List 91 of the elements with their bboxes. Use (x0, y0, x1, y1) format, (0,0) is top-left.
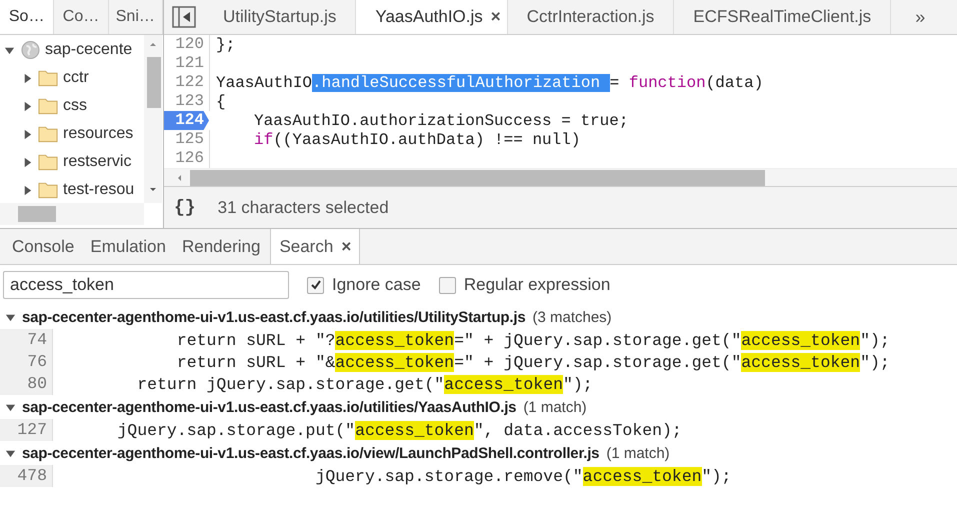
scroll-thumb[interactable] (18, 206, 56, 222)
code-text[interactable]: "); (563, 374, 593, 394)
tree-item[interactable]: sap-cecente (0, 36, 144, 64)
file-tab[interactable]: YaasAuthIO.js × (356, 0, 508, 34)
drawer-tab[interactable]: Search × (270, 229, 360, 264)
navigator-tab[interactable]: Sni… (108, 0, 163, 34)
expand-arrow-icon[interactable] (22, 72, 33, 84)
sidebar-toggle-icon[interactable] (172, 6, 196, 28)
folder-icon (38, 124, 59, 144)
code-text: (data) (706, 74, 764, 92)
line-number: 120 (164, 35, 210, 54)
tree-item[interactable]: restservic (0, 148, 144, 176)
match-highlight[interactable]: access_token (582, 466, 702, 486)
drawer-tab[interactable]: Rendering (174, 229, 268, 264)
code-text[interactable]: "); (860, 330, 890, 350)
folder-icon (38, 68, 59, 88)
expand-arrow-icon[interactable] (22, 184, 33, 196)
match-highlight[interactable]: access_token (355, 420, 474, 440)
checkbox[interactable] (307, 276, 324, 294)
match-highlight[interactable]: access_token (741, 330, 860, 350)
code-text[interactable]: return jQuery.sap.storage.get(" (58, 374, 444, 394)
scroll-down-icon[interactable] (148, 187, 158, 193)
code-text[interactable]: "); (702, 466, 732, 486)
code-text: }; (216, 36, 236, 54)
code-keyword: function (628, 74, 706, 92)
code-text: YaasAuthIO.authorizationSuccess = true; (254, 112, 628, 130)
expand-arrow-icon[interactable] (22, 156, 33, 168)
vertical-scrollbar[interactable] (144, 35, 162, 203)
code-text[interactable]: =" + jQuery.sap.storage.get(" (454, 352, 742, 372)
navigator-tab[interactable]: Co… (54, 0, 109, 34)
code-text[interactable]: =" + jQuery.sap.storage.get(" (454, 330, 742, 350)
selected-text: .handleSuccessfulAuthorization (312, 74, 610, 92)
match-highlight[interactable]: access_token (741, 352, 860, 372)
result-file-path[interactable]: sap-cecenter-agenthome-ui-v1.us-east.cf.yaas.io/view/LaunchPadShell.controller.js (22, 444, 600, 462)
code-text: ((YaasAuthIO.authData) !== null) (273, 130, 580, 148)
navigator-tab[interactable]: So… (0, 0, 54, 34)
code-text: { (216, 92, 226, 110)
file-tab[interactable]: CctrInteraction.js (508, 0, 674, 34)
match-count: (1 match) (606, 444, 670, 462)
code-text[interactable]: return sURL + "? (58, 330, 336, 350)
line-number: 76 (0, 351, 53, 373)
globe-icon (20, 40, 41, 60)
file-tab[interactable]: ECFSRealTimeClient.js (674, 0, 892, 34)
code-text[interactable]: "); (860, 352, 890, 372)
tree-item[interactable]: cctr (0, 64, 144, 92)
scroll-left-icon[interactable] (176, 172, 182, 182)
tree-item[interactable]: test-resou (0, 176, 144, 203)
expand-arrow-icon[interactable] (22, 128, 33, 140)
horizontal-scrollbar[interactable] (0, 203, 144, 225)
code-text: = (610, 74, 620, 92)
code-text: YaasAuthIO (216, 74, 312, 92)
line-number: 80 (0, 373, 53, 395)
drawer-tab[interactable]: Emulation (82, 229, 174, 264)
code-text[interactable]: return sURL + "& (58, 352, 336, 372)
search-field[interactable]: access_token (3, 271, 289, 299)
expand-arrow-icon[interactable] (22, 100, 33, 112)
code-text[interactable]: jQuery.sap.storage.remove(" (58, 466, 583, 486)
match-count: (1 match) (523, 398, 587, 416)
code-keyword: if (254, 130, 274, 148)
checkbox[interactable] (438, 276, 456, 294)
line-number: 74 (0, 329, 53, 351)
line-number: 127 (0, 419, 53, 441)
scroll-up-icon[interactable] (148, 41, 158, 47)
option-label: Regular expression (464, 275, 610, 295)
line-number: 124 (164, 111, 209, 130)
code-text[interactable]: ", data.accessToken); (474, 420, 682, 440)
folder-icon (38, 96, 59, 116)
match-highlight[interactable]: access_token (335, 330, 454, 350)
line-number: 478 (0, 465, 53, 487)
horizontal-scrollbar[interactable] (164, 168, 957, 186)
pretty-print-button[interactable]: {} (174, 198, 196, 218)
match-count: (3 matches) (532, 308, 612, 326)
result-file-path[interactable]: sap-cecenter-agenthome-ui-v1.us-east.cf.yaas.io/utilities/YaasAuthIO.js (22, 398, 516, 416)
result-file-path[interactable]: sap-cecenter-agenthome-ui-v1.us-east.cf.yaas.io/utilities/UtilityStartup.js (22, 308, 526, 326)
selection-status: 31 characters selected (218, 198, 389, 218)
line-number: 122 (164, 73, 210, 92)
match-highlight[interactable]: access_token (444, 374, 563, 394)
scroll-thumb[interactable] (147, 57, 161, 108)
checkmark-icon (310, 279, 322, 291)
tree-item[interactable]: css (0, 92, 144, 120)
line-number: 125 (164, 130, 210, 149)
more-tabs-button[interactable]: » (915, 0, 926, 34)
drawer-tab[interactable]: Console (4, 229, 82, 264)
option-label: Ignore case (332, 275, 421, 295)
folder-icon (38, 180, 59, 200)
folder-icon (38, 152, 59, 172)
scroll-thumb[interactable] (190, 170, 765, 186)
tree-item[interactable]: resources (0, 120, 144, 148)
line-number: 121 (164, 54, 210, 73)
match-highlight[interactable]: access_token (335, 352, 454, 372)
code-text[interactable]: jQuery.sap.storage.put(" (58, 420, 356, 440)
